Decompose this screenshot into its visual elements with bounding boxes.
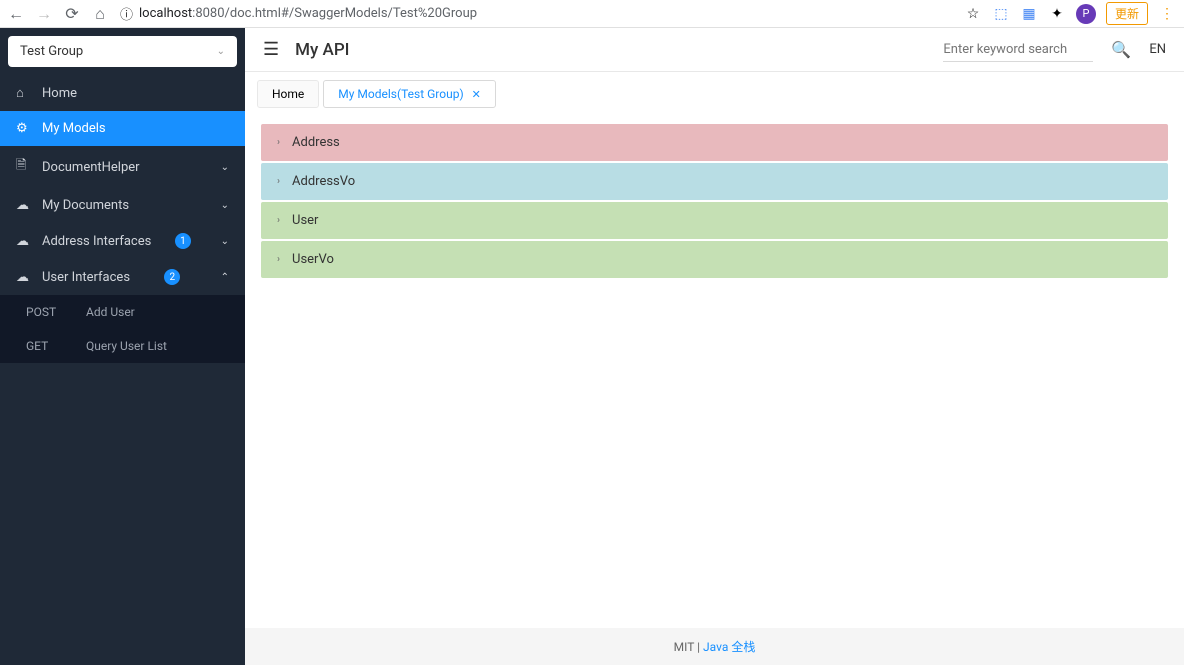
model-row-addressvo[interactable]: › AddressVo xyxy=(261,163,1168,200)
http-method: GET xyxy=(26,339,66,353)
model-row-address[interactable]: › Address xyxy=(261,124,1168,161)
sidebar-item-label: My Models xyxy=(42,121,106,136)
home-icon: ⌂ xyxy=(16,85,32,101)
gtranslate-icon[interactable]: ▦ xyxy=(1020,5,1038,23)
model-row-uservo[interactable]: › UserVo xyxy=(261,241,1168,278)
reload-button[interactable]: ⟳ xyxy=(64,6,80,22)
cloud-icon: ☁ xyxy=(16,270,32,285)
model-row-user[interactable]: › User xyxy=(261,202,1168,239)
tab-my-models[interactable]: My Models(Test Group) ✕ xyxy=(323,80,496,108)
sidebar-item-document-helper[interactable]: 🗎 DocumentHelper ⌄ xyxy=(0,146,245,188)
chevron-right-icon: › xyxy=(277,254,280,265)
close-icon[interactable]: ✕ xyxy=(472,88,481,101)
chevron-down-icon: ⌄ xyxy=(221,200,229,211)
footer: MIT | Java 全栈 xyxy=(245,628,1184,665)
sub-item-label: Query User List xyxy=(86,339,167,353)
cloud-icon: ☁ xyxy=(16,234,32,249)
forward-button[interactable]: → xyxy=(36,6,52,22)
group-selector[interactable]: Test Group ⌄ xyxy=(8,36,237,67)
translate-extension-icon[interactable]: ⬚ xyxy=(992,5,1010,23)
sidebar-item-label: DocumentHelper xyxy=(42,160,140,175)
info-icon: ⓘ xyxy=(120,4,133,23)
http-method: POST xyxy=(26,305,66,319)
chevron-down-icon: ⌄ xyxy=(221,162,229,173)
sidebar-item-label: User Interfaces xyxy=(42,270,130,285)
model-name: Address xyxy=(292,135,340,150)
extensions-icon[interactable]: ✦ xyxy=(1048,5,1066,23)
sidebar-item-label: Address Interfaces xyxy=(42,234,151,249)
browser-toolbar: ← → ⟳ ⌂ ⓘ localhost:8080/doc.html#/Swagg… xyxy=(0,0,1184,28)
model-name: AddressVo xyxy=(292,174,355,189)
chevron-down-icon: ⌄ xyxy=(221,236,229,247)
sidebar-sub-item-add-user[interactable]: POST Add User xyxy=(0,295,245,329)
tab-label: Home xyxy=(272,87,304,101)
search-input[interactable] xyxy=(943,38,1093,62)
footer-separator: | xyxy=(694,640,703,654)
model-name: UserVo xyxy=(292,252,334,267)
sidebar-item-label: Home xyxy=(42,86,77,101)
main-content: ☰ My API 🔍 EN Home My Models(Test Group)… xyxy=(245,28,1184,665)
url-host: localhost xyxy=(139,6,192,21)
language-toggle[interactable]: EN xyxy=(1149,42,1166,57)
chevron-right-icon: › xyxy=(277,215,280,226)
profile-avatar[interactable]: P xyxy=(1076,4,1096,24)
sidebar-item-user-interfaces[interactable]: ☁ User Interfaces 2 ⌃ xyxy=(0,259,245,295)
cloud-icon: ☁ xyxy=(16,198,32,213)
footer-license: MIT xyxy=(674,640,695,654)
header: ☰ My API 🔍 EN xyxy=(245,28,1184,72)
chevron-down-icon: ⌄ xyxy=(217,46,225,57)
star-icon[interactable]: ☆ xyxy=(964,5,982,23)
chevron-up-icon: ⌃ xyxy=(221,272,229,283)
chevron-right-icon: › xyxy=(277,176,280,187)
group-selected-label: Test Group xyxy=(20,44,83,59)
sidebar-item-address-interfaces[interactable]: ☁ Address Interfaces 1 ⌄ xyxy=(0,223,245,259)
sidebar-item-label: My Documents xyxy=(42,198,129,213)
count-badge: 1 xyxy=(175,233,191,249)
back-button[interactable]: ← xyxy=(8,6,24,22)
menu-toggle-icon[interactable]: ☰ xyxy=(263,39,279,60)
sidebar-item-my-models[interactable]: ⚙ My Models xyxy=(0,111,245,146)
menu-icon[interactable]: ⋮ xyxy=(1158,5,1176,23)
url-bar[interactable]: ⓘ localhost:8080/doc.html#/SwaggerModels… xyxy=(120,4,952,23)
footer-link[interactable]: Java 全栈 xyxy=(703,640,755,654)
tabs: Home My Models(Test Group) ✕ xyxy=(245,72,1184,108)
home-button[interactable]: ⌂ xyxy=(92,6,108,22)
page-title: My API xyxy=(295,40,349,60)
sidebar: Test Group ⌄ ⌂ Home ⚙ My Models 🗎 Docume… xyxy=(0,28,245,665)
sidebar-item-my-documents[interactable]: ☁ My Documents ⌄ xyxy=(0,188,245,223)
count-badge: 2 xyxy=(164,269,180,285)
url-port: :8080 xyxy=(192,6,224,21)
update-button[interactable]: 更新 xyxy=(1106,2,1148,25)
tab-home[interactable]: Home xyxy=(257,80,319,108)
browser-actions: ☆ ⬚ ▦ ✦ P 更新 ⋮ xyxy=(964,2,1176,25)
sidebar-item-home[interactable]: ⌂ Home xyxy=(0,75,245,111)
search-icon[interactable]: 🔍 xyxy=(1111,40,1131,59)
doc-icon: 🗎 xyxy=(16,156,32,178)
chevron-right-icon: › xyxy=(277,137,280,148)
sub-item-label: Add User xyxy=(86,305,135,319)
tab-label: My Models(Test Group) xyxy=(338,87,463,101)
model-name: User xyxy=(292,213,318,228)
sidebar-sub-items: POST Add User GET Query User List xyxy=(0,295,245,363)
models-list: › Address › AddressVo › User › UserVo xyxy=(245,108,1184,628)
url-path: /doc.html#/SwaggerModels/Test%20Group xyxy=(225,6,478,21)
sidebar-sub-item-query-user-list[interactable]: GET Query User List xyxy=(0,329,245,363)
models-icon: ⚙ xyxy=(16,121,32,136)
